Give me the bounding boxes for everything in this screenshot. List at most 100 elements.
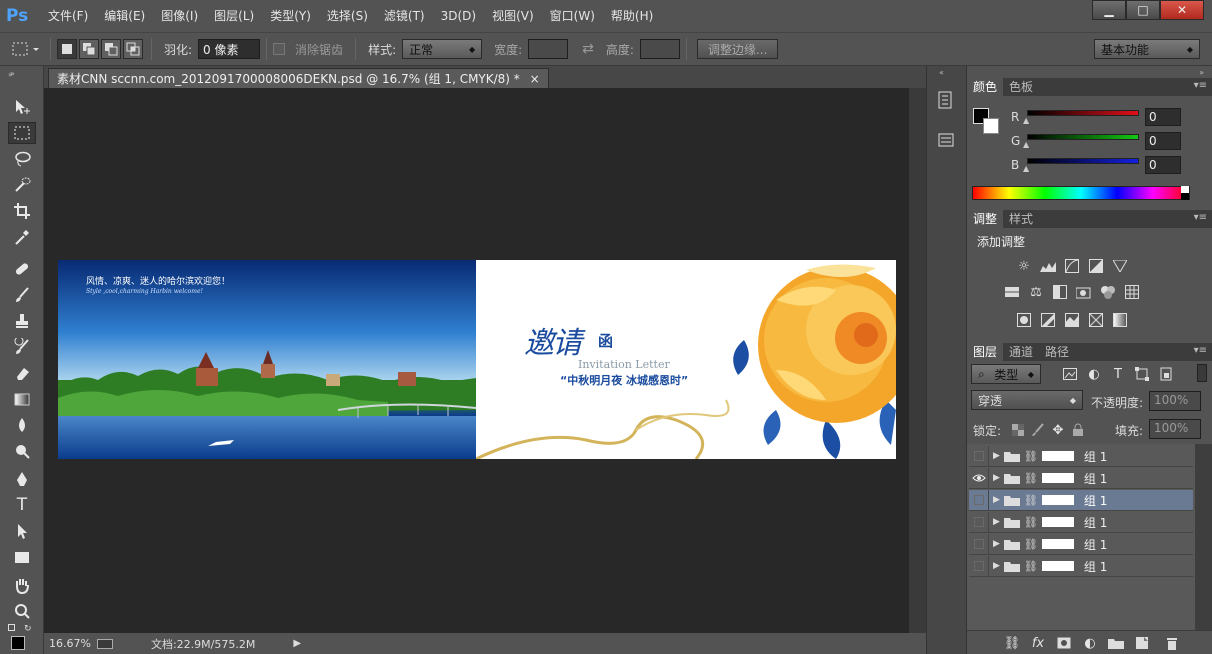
canvas-area[interactable]: 风情、凉爽、迷人的哈尔滨欢迎您！ Style ,cool,charming Ha… (44, 88, 909, 633)
path-selection-tool-icon[interactable] (8, 520, 36, 542)
menu-filter[interactable]: 滤镜(T) (376, 0, 433, 32)
document-tab[interactable]: 素材CNN sccnn.com_2012091700008006DEKN.psd… (48, 68, 549, 88)
white-swatch[interactable] (1181, 186, 1189, 193)
intersect-selection-button[interactable] (123, 39, 143, 59)
expand-arrow-icon[interactable]: ▶ (993, 517, 1000, 527)
photo-filter-icon[interactable] (1075, 284, 1093, 300)
rectangle-tool-icon[interactable] (8, 546, 36, 568)
menu-select[interactable]: 选择(S) (319, 0, 376, 32)
swap-colors-icon[interactable]: ↻ (24, 624, 32, 634)
layer-visibility-toggle[interactable] (969, 533, 989, 555)
maximize-button[interactable]: □ (1126, 0, 1160, 20)
type-tool-icon[interactable]: T (8, 494, 36, 516)
expand-arrow-icon[interactable]: ▶ (993, 539, 1000, 549)
channel-g-value[interactable]: 0 (1145, 132, 1181, 150)
blend-mode-select[interactable]: 穿透 ◆ (971, 390, 1083, 410)
zoom-tool-icon[interactable] (8, 600, 36, 622)
layer-mask-thumbnail[interactable] (1041, 539, 1074, 549)
rectangular-marquee-tool-icon[interactable] (8, 122, 36, 144)
tab-channels[interactable]: 通道 (1003, 343, 1039, 361)
layer-name[interactable]: 组 1 (1084, 514, 1107, 531)
menu-image[interactable]: 图像(I) (153, 0, 206, 32)
foreground-color[interactable] (11, 636, 25, 650)
threshold-icon[interactable] (1063, 312, 1081, 328)
eyedropper-tool-icon[interactable] (8, 226, 36, 248)
layer-name[interactable]: 组 1 (1084, 558, 1107, 575)
layer-row[interactable]: ▶ ⛓ 组 1 (969, 467, 1193, 489)
blur-tool-icon[interactable] (8, 414, 36, 436)
layer-row[interactable]: ▶ ⛓ 组 1 (969, 445, 1193, 467)
filter-adjustment-layers-icon[interactable]: ◐ (1085, 366, 1103, 382)
swap-dimensions-icon[interactable]: ⇄ (582, 41, 594, 57)
tab-layers[interactable]: 图层 (967, 343, 1004, 361)
opacity-input[interactable]: 100% (1149, 391, 1201, 411)
curves-icon[interactable] (1063, 258, 1081, 274)
color-lookup-icon[interactable] (1123, 284, 1141, 300)
width-input[interactable] (528, 39, 569, 59)
layer-visibility-toggle[interactable] (969, 445, 989, 467)
menu-help[interactable]: 帮助(H) (603, 0, 661, 32)
black-white-icon[interactable] (1051, 284, 1069, 300)
layer-row[interactable]: ▶ ⛓ 组 1 (969, 555, 1193, 577)
layer-visibility-toggle[interactable] (969, 467, 989, 489)
expand-arrow-icon[interactable]: ▶ (993, 451, 1000, 461)
layer-name[interactable]: 组 1 (1084, 536, 1107, 553)
tab-color[interactable]: 颜色 (967, 78, 1004, 96)
lasso-tool-icon[interactable] (8, 148, 36, 170)
lock-transparent-icon[interactable] (1009, 422, 1027, 438)
close-tab-icon[interactable]: × (530, 72, 540, 86)
menu-layer[interactable]: 图层(L) (206, 0, 262, 32)
add-mask-icon[interactable] (1055, 635, 1073, 651)
filter-toggle-switch[interactable] (1197, 364, 1207, 382)
panel-menu-icon[interactable]: ▾≡ (1194, 345, 1207, 356)
layer-mask-thumbnail[interactable] (1041, 561, 1074, 571)
dodge-tool-icon[interactable] (8, 440, 36, 462)
menu-type[interactable]: 类型(Y) (262, 0, 319, 32)
color-balance-icon[interactable]: ⚖ (1027, 284, 1045, 300)
menu-file[interactable]: 文件(F) (40, 0, 96, 32)
collapse-icon[interactable]: » (10, 69, 15, 78)
collapse-icon[interactable]: « (939, 68, 944, 77)
layer-name[interactable]: 组 1 (1084, 492, 1107, 509)
new-group-icon[interactable] (1107, 635, 1125, 651)
default-colors-icon[interactable] (8, 624, 15, 631)
expand-arrow-icon[interactable]: ▶ (993, 473, 1000, 483)
menu-edit[interactable]: 编辑(E) (96, 0, 153, 32)
channel-b-slider[interactable] (1027, 158, 1139, 164)
add-selection-button[interactable] (79, 39, 99, 59)
subtract-selection-button[interactable] (101, 39, 121, 59)
vertical-scrollbar[interactable] (909, 88, 926, 633)
layer-row[interactable]: ▶ ⛓ 组 1 (969, 533, 1193, 555)
brush-tool-icon[interactable] (8, 284, 36, 306)
expand-arrow-icon[interactable]: ▶ (993, 495, 1000, 505)
layer-kind-filter[interactable]: ⌕ 类型 ◆ (971, 364, 1041, 384)
layer-name[interactable]: 组 1 (1084, 470, 1107, 487)
panel-menu-icon[interactable]: ▾≡ (1194, 80, 1207, 91)
layer-row[interactable]: ▶ ⛓ 组 1 (969, 511, 1193, 533)
layers-scrollbar[interactable] (1195, 444, 1212, 630)
gradient-tool-icon[interactable] (8, 388, 36, 410)
vibrance-icon[interactable] (1111, 258, 1129, 274)
history-panel-icon[interactable] (937, 90, 955, 110)
layer-mask-thumbnail[interactable] (1041, 495, 1074, 505)
layer-visibility-toggle[interactable] (969, 511, 989, 533)
layer-visibility-toggle[interactable] (969, 489, 989, 511)
history-brush-tool-icon[interactable] (8, 336, 36, 358)
slider-thumb-icon[interactable]: ▲ (1023, 116, 1029, 125)
new-selection-button[interactable] (57, 39, 77, 59)
layer-mask-thumbnail[interactable] (1041, 451, 1074, 461)
brightness-icon[interactable]: ☼ (1015, 258, 1033, 274)
channel-mixer-icon[interactable] (1099, 284, 1117, 300)
menu-3d[interactable]: 3D(D) (433, 0, 484, 32)
hue-saturation-icon[interactable] (1003, 284, 1021, 300)
tab-paths[interactable]: 路径 (1039, 343, 1075, 361)
properties-panel-icon[interactable] (937, 130, 955, 150)
filter-shape-layers-icon[interactable] (1133, 366, 1151, 382)
tab-adjustments[interactable]: 调整 (967, 210, 1004, 228)
crop-tool-icon[interactable] (8, 200, 36, 222)
style-select[interactable]: 正常 ◆ (402, 39, 483, 59)
lock-all-icon[interactable] (1069, 422, 1087, 438)
export-icon[interactable] (96, 638, 113, 649)
close-button[interactable]: ✕ (1160, 0, 1204, 20)
quick-selection-tool-icon[interactable] (8, 174, 36, 196)
